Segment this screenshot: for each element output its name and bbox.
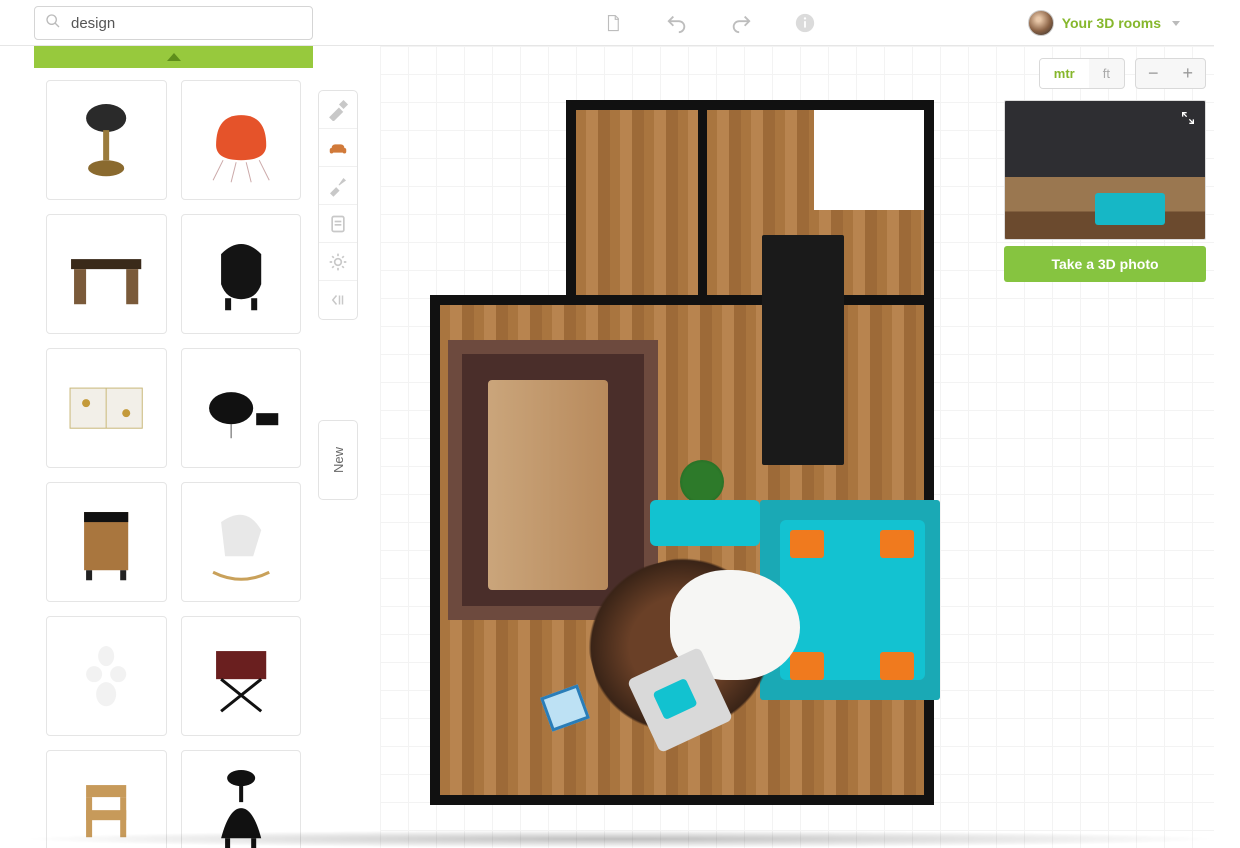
catalog-item[interactable] (181, 214, 302, 334)
floorplan[interactable] (430, 100, 930, 800)
furnish-tool[interactable] (319, 129, 357, 167)
toolbar-center (600, 0, 818, 46)
pillow[interactable] (790, 652, 824, 680)
app-window: Your 3D rooms (0, 0, 1240, 848)
expand-icon[interactable] (1177, 107, 1199, 129)
catalog-collapse-bar[interactable] (34, 46, 313, 68)
pillow[interactable] (880, 530, 914, 558)
dining-table[interactable] (488, 380, 608, 590)
build-tool[interactable] (319, 91, 357, 129)
catalog-item[interactable] (181, 348, 302, 468)
chevron-down-icon (1172, 21, 1180, 26)
zoom-out-button[interactable]: − (1136, 59, 1171, 88)
kitchen-island[interactable] (762, 235, 844, 465)
new-document-button[interactable] (600, 10, 626, 36)
decorate-tool[interactable] (319, 167, 357, 205)
bottom-shadow (20, 830, 1220, 848)
top-toolbar: Your 3D rooms (0, 0, 1214, 46)
zoom-in-button[interactable]: + (1170, 59, 1205, 88)
plant[interactable] (680, 460, 724, 504)
settings-tool[interactable] (319, 243, 357, 281)
catalog-item[interactable] (46, 348, 167, 468)
take-3d-photo-button[interactable]: Take a 3D photo (1004, 246, 1206, 282)
preview-3d-thumbnail[interactable] (1004, 100, 1206, 240)
catalog-item[interactable] (181, 616, 302, 736)
chevron-up-icon (167, 53, 181, 61)
unit-metric[interactable]: mtr (1040, 59, 1089, 88)
notes-tool[interactable] (319, 205, 357, 243)
preview-panel: Take a 3D photo (1004, 100, 1206, 282)
new-tab[interactable]: New (318, 420, 358, 500)
catalog-item[interactable] (181, 482, 302, 602)
unit-toggle: mtr ft (1039, 58, 1125, 89)
unit-imperial[interactable]: ft (1089, 59, 1124, 88)
catalog-item[interactable] (46, 616, 167, 736)
room-hall[interactable] (566, 100, 708, 305)
catalog-item[interactable] (46, 482, 167, 602)
search-box[interactable] (34, 6, 313, 40)
zoom-control: − + (1135, 58, 1206, 89)
mode-toolstrip (318, 90, 358, 320)
furniture-catalog (34, 68, 313, 848)
unit-and-zoom-bar: mtr ft − + (1039, 58, 1206, 89)
pillow[interactable] (880, 652, 914, 680)
pillow[interactable] (790, 530, 824, 558)
search-icon (45, 13, 61, 34)
user-menu-label: Your 3D rooms (1062, 15, 1161, 31)
undo-button[interactable] (664, 10, 690, 36)
new-tab-label: New (331, 447, 346, 473)
user-menu[interactable]: Your 3D rooms (1028, 0, 1180, 46)
redo-button[interactable] (728, 10, 754, 36)
catalog-item[interactable] (46, 214, 167, 334)
avatar (1028, 10, 1054, 36)
search-input[interactable] (69, 14, 302, 33)
catalog-item[interactable] (181, 80, 302, 200)
catalog-item[interactable] (46, 80, 167, 200)
info-button[interactable] (792, 10, 818, 36)
collapse-tool[interactable] (319, 281, 357, 319)
